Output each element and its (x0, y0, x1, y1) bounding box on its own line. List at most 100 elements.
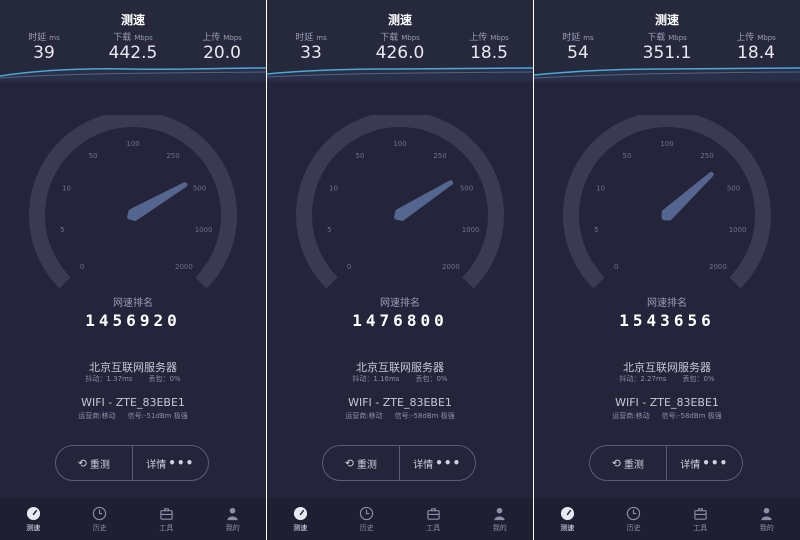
latency-stat: 时延 ms 33 (267, 30, 355, 63)
tab-profile[interactable]: 我的 (734, 498, 800, 540)
tab-label: 工具 (426, 523, 441, 532)
retest-button[interactable]: ⟲ 重测 (56, 446, 132, 480)
wifi-meta: 运营商:移动 信号:-58dBm 极强 (534, 411, 800, 421)
tab-label: 历史 (626, 523, 641, 532)
upload-stat: 上传 Mbps 18.5 (445, 30, 533, 63)
retest-button[interactable]: ⟲ 重测 (323, 446, 399, 480)
speedtest-screen-1: 测速 时延 ms 39 下载 Mbps 442.5 上传 Mbps 20.0 0 5 10… (0, 0, 266, 540)
retest-label: 重测 (623, 459, 644, 471)
gauge-tick-label: 5 (327, 226, 331, 234)
download-label: 下载 (647, 33, 666, 43)
details-label: 详情 (413, 459, 434, 471)
tab-label: 我的 (759, 523, 774, 532)
tab-label: 测速 (560, 523, 575, 532)
download-unit: Mbps (668, 34, 687, 42)
retest-button[interactable]: ⟲ 重测 (590, 446, 666, 480)
tab-tools[interactable]: 工具 (400, 498, 467, 540)
upload-label: 上传 (736, 33, 755, 43)
gauge-tick-label: 500 (460, 184, 473, 192)
toolbox-icon (160, 507, 173, 520)
upload-stat: 上传 Mbps 18.4 (712, 30, 800, 63)
gauge-tick-label: 10 (62, 184, 71, 192)
download-unit: Mbps (134, 34, 153, 42)
more-dots-icon: ••• (168, 456, 195, 470)
speedometer-icon (26, 506, 40, 520)
tab-history[interactable]: 历史 (601, 498, 668, 540)
gauge-tick-label: 250 (700, 152, 713, 160)
upload-unit: Mbps (490, 34, 509, 42)
gauge-tick-label: 10 (596, 184, 605, 192)
more-dots-icon: ••• (435, 456, 462, 470)
signal-text: 信号:-58dBm 极强 (394, 412, 455, 420)
bottom-tab-bar: 测速 历史 工具 我的 (534, 498, 800, 540)
tab-history[interactable]: 历史 (334, 498, 401, 540)
carrier-text: 运营商:移动 (345, 412, 383, 420)
gauge-tick-label: 1000 (195, 226, 213, 234)
tab-tools[interactable]: 工具 (133, 498, 200, 540)
rank-label: 网速排名 (380, 298, 420, 309)
tab-label: 我的 (225, 523, 240, 532)
upload-stat: 上传 Mbps 20.0 (178, 30, 266, 63)
speed-gauge: 0 5 10 50 100 250 500 1000 2000 (563, 115, 771, 289)
jitter-text: 抖动：1.16ms (352, 375, 400, 383)
user-icon (761, 507, 772, 520)
carrier-text: 运营商:移动 (78, 412, 116, 420)
gauge-tick-label: 1000 (729, 226, 747, 234)
tab-history[interactable]: 历史 (67, 498, 134, 540)
toolbox-icon (427, 507, 440, 520)
wifi-meta: 运营商:移动 信号:-58dBm 极强 (267, 411, 533, 421)
gauge-needle (661, 171, 714, 221)
tab-label: 历史 (92, 523, 107, 532)
speedometer-icon (560, 506, 574, 520)
page-title: 测速 (654, 13, 679, 27)
wifi-name: WIFI - ZTE_83EBE1 (81, 396, 185, 409)
gauge-tick-label: 500 (727, 184, 740, 192)
download-label: 下载 (380, 33, 399, 43)
server-name: 北京互联网服务器 (356, 361, 444, 374)
latency-stat: 时延 ms 54 (534, 30, 622, 63)
speedtest-screen-3: 测速 时延 ms 54 下载 Mbps 351.1 上传 Mbps 18.4 0 5 10… (534, 0, 800, 540)
tab-speedtest[interactable]: 测速 (534, 498, 601, 540)
tab-profile[interactable]: 我的 (467, 498, 534, 540)
gauge-tick-label: 0 (347, 263, 351, 271)
gauge-tick-label: 5 (60, 226, 64, 234)
refresh-icon: ⟲ (611, 456, 621, 470)
carrier-text: 运营商:移动 (612, 412, 650, 420)
upload-label: 上传 (469, 33, 488, 43)
action-button-group: ⟲ 重测 详情 ••• (55, 445, 209, 481)
download-stat: 下载 Mbps 442.5 (89, 30, 177, 63)
latency-label: 时延 (295, 33, 314, 43)
rank-value: 1476800 (352, 311, 448, 330)
server-meta: 抖动：2.27ms 丢包：0% (534, 374, 800, 384)
details-button[interactable]: 详情 ••• (667, 446, 743, 480)
server-meta: 抖动：1.37ms 丢包：0% (0, 374, 266, 384)
packet-loss-text: 丢包：0% (148, 375, 181, 383)
clock-icon (93, 506, 107, 520)
wifi-meta: 运营商:移动 信号:-51dBm 极强 (0, 411, 266, 421)
tab-label: 工具 (159, 523, 174, 532)
download-stat: 下载 Mbps 426.0 (356, 30, 444, 63)
jitter-text: 抖动：2.27ms (619, 375, 667, 383)
gauge-tick-label: 50 (356, 152, 365, 160)
packet-loss-text: 丢包：0% (415, 375, 448, 383)
details-button[interactable]: 详情 ••• (400, 446, 476, 480)
speedtest-screen-2: 测速 时延 ms 33 下载 Mbps 426.0 上传 Mbps 18.5 0 5 10… (267, 0, 533, 540)
wifi-name: WIFI - ZTE_83EBE1 (615, 396, 719, 409)
gauge-needle (394, 180, 454, 221)
tab-speedtest[interactable]: 测速 (0, 498, 67, 540)
details-button[interactable]: 详情 ••• (133, 446, 209, 480)
tab-tools[interactable]: 工具 (667, 498, 734, 540)
upload-label: 上传 (202, 33, 221, 43)
tab-profile[interactable]: 我的 (200, 498, 267, 540)
packet-loss-text: 丢包：0% (682, 375, 715, 383)
tab-label: 工具 (693, 523, 708, 532)
gauge-tick-label: 5 (594, 226, 598, 234)
latency-label: 时延 (562, 33, 581, 43)
gauge-tick-label: 0 (614, 263, 618, 271)
tab-speedtest[interactable]: 测速 (267, 498, 334, 540)
rank-value: 1543656 (619, 311, 715, 330)
latency-unit: ms (583, 34, 594, 42)
gauge-tick-label: 100 (393, 140, 406, 148)
rank-label: 网速排名 (647, 298, 687, 309)
tab-label: 测速 (26, 523, 41, 532)
